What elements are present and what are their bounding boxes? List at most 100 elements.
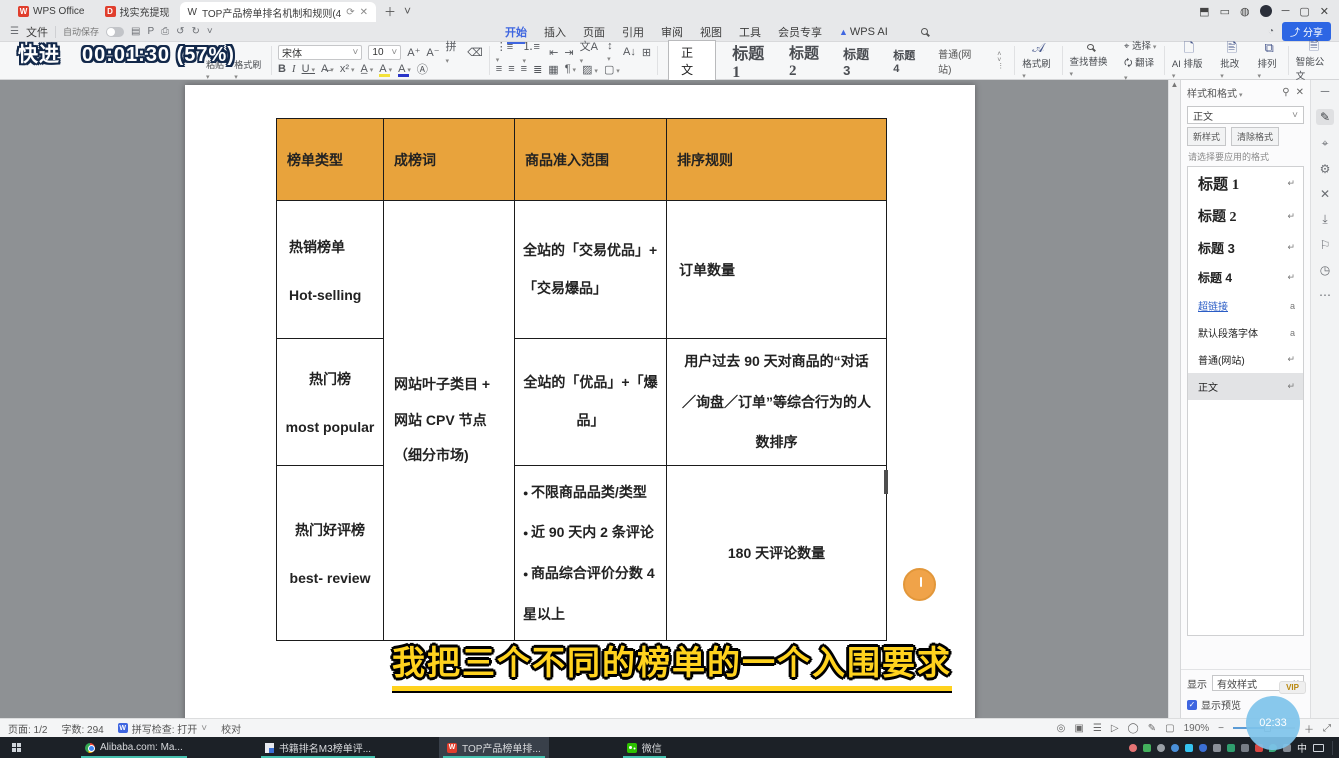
cell-list-type[interactable]: 热销榜单 Hot-selling: [277, 201, 384, 339]
page-view-icon[interactable]: ▣: [1074, 723, 1083, 734]
document-scrollbar[interactable]: ▲: [1168, 80, 1180, 718]
start-button[interactable]: [12, 743, 21, 752]
style-normal[interactable]: 正文: [668, 40, 716, 82]
document-canvas[interactable]: 榜单类型 成榜词 商品准入范围 排序规则 热销榜单 Hot-selling 网站…: [0, 80, 1180, 718]
arrange-tool[interactable]: ⧉ 排列: [1251, 42, 1288, 79]
tray-icon-browser[interactable]: [1171, 744, 1179, 752]
eye-protect-icon[interactable]: ◎: [1057, 723, 1066, 734]
show-desktop-button[interactable]: [1332, 741, 1333, 755]
bold-button[interactable]: B: [278, 63, 286, 75]
gallery-scroll-arrows[interactable]: ˄˅⋮: [997, 52, 1004, 70]
char-shading-button[interactable]: A̲: [360, 63, 373, 75]
tab-document-2[interactable]: D 找实充提现: [95, 0, 180, 22]
align-left-icon[interactable]: ≡: [496, 63, 502, 75]
tab-wps-home[interactable]: W WPS Office: [8, 0, 95, 22]
superscript-button[interactable]: x²: [340, 63, 355, 75]
fit-page-icon[interactable]: ▢: [1165, 723, 1174, 734]
theme-icon[interactable]: ◍: [1240, 5, 1250, 18]
shrink-font-icon[interactable]: A⁻: [426, 46, 439, 59]
zoom-in-button[interactable]: ＋: [1304, 721, 1314, 736]
tab-insert[interactable]: 插入: [544, 24, 566, 40]
preview-checkbox[interactable]: ✓: [1187, 700, 1197, 710]
cell-scope[interactable]: 全站的「优品」+「爆品」: [515, 339, 667, 466]
taskbar-app-document[interactable]: 书籍排名M3榜单评...: [257, 737, 379, 758]
undo-icon[interactable]: ↺: [176, 26, 184, 37]
translate-tool[interactable]: 🗘 翻译: [1124, 55, 1158, 83]
save-icon[interactable]: ▤: [131, 26, 140, 37]
cell-rule[interactable]: 180 天评论数量: [667, 466, 887, 641]
style-item-default-font[interactable]: 默认段落字体a: [1188, 319, 1303, 346]
font-name-select[interactable]: 宋体˅: [278, 45, 362, 60]
close-tools-icon[interactable]: ✕: [1320, 187, 1330, 201]
zoom-level[interactable]: 190%: [1184, 723, 1210, 734]
font-color-button[interactable]: A: [398, 63, 411, 75]
close-panel-icon[interactable]: ✕: [1296, 87, 1304, 98]
table-scroll-handle[interactable]: [884, 470, 888, 494]
layout-icon[interactable]: ▭: [1220, 5, 1230, 18]
tray-icon-green[interactable]: [1227, 744, 1235, 752]
search-icon[interactable]: [921, 28, 928, 35]
pin-icon[interactable]: ⚲: [1282, 87, 1289, 98]
tab-tools[interactable]: 工具: [739, 24, 761, 40]
tag-icon[interactable]: ⚐: [1320, 238, 1331, 252]
adjust-icon[interactable]: ⚙: [1320, 162, 1331, 176]
cloud-icon[interactable]: ◔: [1268, 26, 1274, 37]
export-pdf-icon[interactable]: P: [147, 26, 154, 37]
tab-home[interactable]: 开始: [505, 24, 527, 40]
show-marks-icon[interactable]: ⊞: [642, 46, 651, 59]
tab-wps-ai[interactable]: ▲WPS AI: [839, 26, 888, 38]
launch-icon[interactable]: ⬒: [1199, 5, 1209, 18]
select-box-icon[interactable]: ⌖: [1322, 136, 1329, 151]
ai-typeset-tool[interactable]: 🗋 AI 排版: [1165, 42, 1213, 79]
header-cell[interactable]: 榜单类型: [277, 119, 384, 201]
fullscreen-icon[interactable]: ⤢: [1323, 723, 1331, 734]
outline-view-icon[interactable]: ☰: [1093, 723, 1102, 734]
ime-indicator[interactable]: 中: [1297, 740, 1307, 755]
sort-icon[interactable]: A↓: [623, 46, 636, 58]
style-item-body-selected[interactable]: 正文↵: [1188, 373, 1303, 400]
style-item-heading1[interactable]: 标题 1↵: [1188, 167, 1303, 200]
tray-icon-blue-bird[interactable]: [1185, 744, 1193, 752]
tab-document-active[interactable]: W TOP产品榜单排名机制和规则(4 ⟳ ✕: [180, 2, 377, 22]
tray-icon-droplet[interactable]: [1199, 744, 1207, 752]
new-tab-button[interactable]: ＋: [384, 3, 396, 20]
tab-review[interactable]: 审阅: [661, 24, 683, 40]
cell-list-word-merged[interactable]: 网站叶子类目 + 网站 CPV 节点（细分市场): [384, 201, 515, 641]
word-count[interactable]: 字数: 294: [61, 721, 103, 736]
spellcheck-status[interactable]: W 拼写检查: 打开˅: [118, 721, 207, 736]
zoom-out-button[interactable]: −: [1218, 723, 1224, 734]
minimize-button[interactable]: ─: [1282, 5, 1290, 17]
select-tool[interactable]: ⌖ 选择: [1124, 38, 1158, 52]
redo-icon[interactable]: ↻: [192, 26, 200, 37]
document-page[interactable]: 榜单类型 成榜词 商品准入范围 排序规则 热销榜单 Hot-selling 网站…: [185, 85, 975, 718]
header-cell[interactable]: 排序规则: [667, 119, 887, 201]
more-dots-icon[interactable]: ⋯: [1319, 288, 1331, 302]
underline-button[interactable]: U: [302, 63, 315, 75]
smart-doc-tool[interactable]: 🗎 智能公文: [1289, 42, 1339, 79]
hamburger-icon[interactable]: ☰: [10, 26, 19, 37]
shading-icon[interactable]: ▨: [582, 63, 598, 76]
proofread-tool[interactable]: 🖹 批改: [1213, 42, 1250, 79]
tab-membership[interactable]: 会员专享: [778, 24, 822, 40]
current-style-select[interactable]: 正文˅: [1187, 106, 1304, 124]
restore-button[interactable]: ▢: [1299, 5, 1309, 18]
find-replace-tool[interactable]: 查找替换: [1063, 42, 1118, 79]
char-border-button[interactable]: Ⓐ: [417, 61, 428, 77]
display-icon[interactable]: [1313, 744, 1324, 752]
page-indicator[interactable]: 页面: 1/2: [8, 721, 47, 736]
taskbar-app-wechat[interactable]: 微信: [619, 737, 670, 758]
decrease-indent-icon[interactable]: ⇤: [549, 46, 558, 59]
user-avatar[interactable]: [1260, 5, 1272, 17]
style-heading-3[interactable]: 标题 3: [843, 44, 877, 78]
tray-icon-clip[interactable]: [1213, 744, 1221, 752]
style-heading-2[interactable]: 标题 2: [789, 42, 827, 80]
ink-icon[interactable]: ✎: [1148, 723, 1156, 734]
web-view-icon[interactable]: ◯: [1128, 723, 1139, 734]
more-chevron-icon[interactable]: ˅: [207, 26, 213, 37]
header-cell[interactable]: 商品准入范围: [515, 119, 667, 201]
style-heading-1[interactable]: 标题 1: [732, 40, 773, 82]
style-normal-web[interactable]: 普通(网站): [938, 46, 981, 76]
distribute-icon[interactable]: ▦: [548, 63, 558, 76]
autosave-toggle[interactable]: [106, 27, 124, 37]
format-painter-tool[interactable]: 𝒜 格式刷: [1015, 42, 1061, 79]
